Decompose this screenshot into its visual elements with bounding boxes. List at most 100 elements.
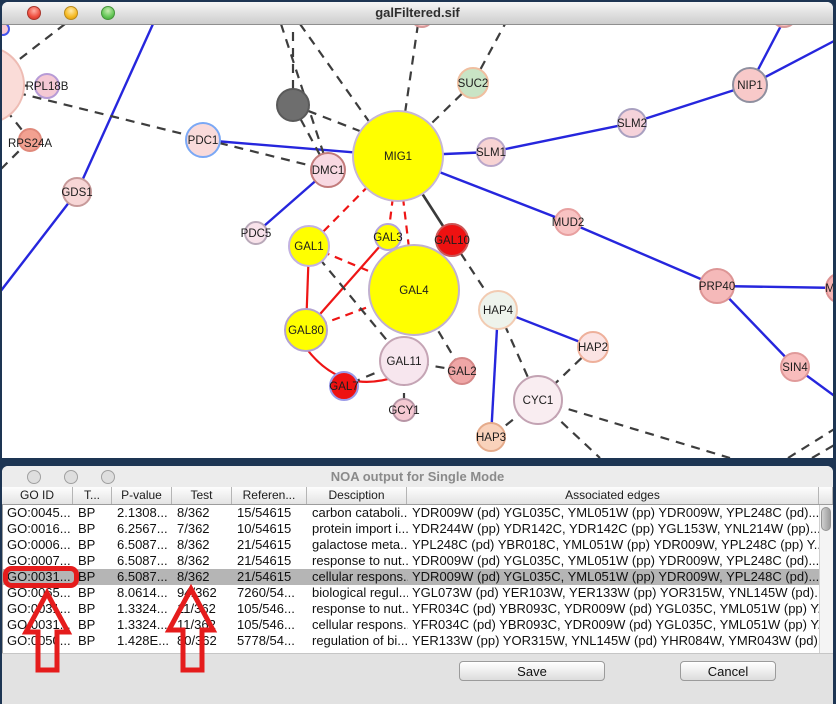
table-row[interactable]: GO:0007...BP6.5087...8/36221/54615respon…: [3, 553, 819, 569]
node-label-CYC1: CYC1: [523, 395, 554, 407]
node-label-HAP4: HAP4: [483, 305, 514, 317]
node-unlabeled[interactable]: [771, 25, 797, 27]
cell-p: 1.3324...: [113, 617, 173, 633]
cell-type: BP: [74, 521, 113, 537]
node-unlabeled[interactable]: [411, 25, 433, 27]
cell-ref: 15/54615: [233, 505, 308, 521]
node-label-RPL18B: RPL18B: [26, 81, 69, 93]
table-row[interactable]: GO:0031...BP1.3324...11/362105/546...cel…: [3, 617, 819, 633]
window-noa-output: NOA output for Single Mode GO IDT...P-va…: [2, 466, 833, 704]
cell-ref: 105/546...: [233, 617, 308, 633]
cell-p: 8.0614...: [113, 585, 173, 601]
column-header-ref[interactable]: Referen...: [232, 487, 307, 504]
cell-assoc: YDR009W (pd) YGL035C, YML051W (pp) YDR00…: [408, 505, 820, 521]
column-header-test[interactable]: Test: [172, 487, 232, 504]
node-label-GAL80: GAL80: [288, 325, 324, 337]
graph-edge-gray: [405, 25, 418, 113]
table-row[interactable]: GO:0045...BP2.1308...8/36215/54615carbon…: [3, 505, 819, 521]
cell-test: 8/362: [173, 505, 233, 521]
window-title: NOA output for Single Mode: [331, 469, 505, 484]
cell-ref: 21/54615: [233, 553, 308, 569]
table-row[interactable]: GO:0065...BP8.0614...94/3627260/54...bio…: [3, 585, 819, 601]
graph-edge-gray: [300, 25, 375, 130]
node-label-SLM1: SLM1: [476, 147, 506, 159]
cell-desc: carbon cataboli...: [308, 505, 408, 521]
cell-desc: galactose meta...: [308, 537, 408, 553]
scrollbar-thumb[interactable]: [821, 507, 831, 531]
cell-ref: 21/54615: [233, 569, 308, 585]
node-label-HAP2: HAP2: [578, 342, 608, 354]
cell-type: BP: [74, 505, 113, 521]
cell-ref: 7260/54...: [233, 585, 308, 601]
cell-assoc: YFR034C (pd) YBR093C, YDR009W (pd) YGL03…: [408, 601, 820, 617]
cell-p: 1.3324...: [113, 601, 173, 617]
save-button[interactable]: Save: [459, 661, 605, 681]
cell-test: 80/362: [173, 633, 233, 649]
node-label-MUD2: MUD2: [552, 217, 585, 229]
cell-p: 1.428E...: [113, 633, 173, 649]
cancel-button[interactable]: Cancel: [680, 661, 776, 681]
network-canvas[interactable]: RPL18BRPS24AGDS1PDC1MIG1SUC2SLM1SLM2NIP1…: [2, 25, 833, 458]
table-row[interactable]: GO:0031...BP1.3324...11/362105/546...res…: [3, 601, 819, 617]
cell-desc: regulation of bi...: [308, 633, 408, 649]
node-label-HAP3: HAP3: [476, 432, 506, 444]
node-unlabeled[interactable]: [277, 89, 309, 121]
cell-ref: 21/54615: [233, 537, 308, 553]
cell-ref: 5778/54...: [233, 633, 308, 649]
noa-title-bar[interactable]: NOA output for Single Mode: [2, 466, 833, 488]
node-label-MIG1: MIG1: [384, 151, 412, 163]
window-controls: [27, 6, 115, 20]
table-row[interactable]: GO:0031...BP6.5087...8/36221/54615cellul…: [3, 569, 819, 585]
cell-type: BP: [74, 601, 113, 617]
cell-type: BP: [74, 617, 113, 633]
table-row[interactable]: GO:0016...BP6.2567...7/36210/54615protei…: [3, 521, 819, 537]
node-label-MSN: MSN: [825, 283, 833, 295]
column-header-p[interactable]: P-value: [112, 487, 172, 504]
cell-p: 6.2567...: [113, 521, 173, 537]
table-body: GO:0045...BP2.1308...8/36215/54615carbon…: [2, 505, 819, 653]
column-header-desc[interactable]: Desciption: [307, 487, 407, 504]
cell-desc: protein import i...: [308, 521, 408, 537]
minimize-button[interactable]: [64, 470, 78, 484]
column-header-go[interactable]: GO ID: [2, 487, 73, 504]
node-label-PDC5: PDC5: [241, 228, 272, 240]
cell-desc: response to nut...: [308, 601, 408, 617]
table-row[interactable]: GO:0050...BP1.428E...80/3625778/54...reg…: [3, 633, 819, 649]
cell-go: GO:0016...: [3, 521, 74, 537]
cell-type: BP: [74, 553, 113, 569]
node-label-GCY1: GCY1: [388, 405, 419, 417]
cell-go: GO:0031...: [3, 617, 74, 633]
cell-p: 6.5087...: [113, 537, 173, 553]
cell-assoc: YPL248C (pd) YBR018C, YML051W (pp) YDR00…: [408, 537, 820, 553]
network-title-bar[interactable]: galFiltered.sif: [2, 2, 833, 25]
node-label-SUC2: SUC2: [458, 78, 489, 90]
cell-test: 11/362: [173, 601, 233, 617]
node-unlabeled[interactable]: [2, 25, 9, 35]
cell-test: 8/362: [173, 553, 233, 569]
vertical-scrollbar[interactable]: [819, 505, 833, 653]
node-label-SIN4: SIN4: [782, 362, 808, 374]
cell-p: 6.5087...: [113, 569, 173, 585]
cell-go: GO:0031...: [3, 569, 74, 585]
minimize-button[interactable]: [64, 6, 78, 20]
node-label-GDS1: GDS1: [61, 187, 92, 199]
cell-type: BP: [74, 585, 113, 601]
column-header-assoc[interactable]: Associated edges: [407, 487, 819, 504]
node-label-DMC1: DMC1: [312, 165, 345, 177]
cell-desc: biological regul...: [308, 585, 408, 601]
cell-test: 11/362: [173, 617, 233, 633]
close-button[interactable]: [27, 6, 41, 20]
zoom-button[interactable]: [101, 470, 115, 484]
cell-go: GO:0065...: [3, 585, 74, 601]
graph-edge-blue: [2, 192, 77, 292]
close-button[interactable]: [27, 470, 41, 484]
node-label-GAL7: GAL7: [329, 381, 358, 393]
table-row[interactable]: GO:0006...BP6.5087...8/36221/54615galact…: [3, 537, 819, 553]
cell-test: 8/362: [173, 569, 233, 585]
cell-test: 94/362: [173, 585, 233, 601]
cell-go: GO:0050...: [3, 633, 74, 649]
node-label-NIP1: NIP1: [737, 80, 763, 92]
zoom-button[interactable]: [101, 6, 115, 20]
column-header-type[interactable]: T...: [73, 487, 112, 504]
cell-test: 7/362: [173, 521, 233, 537]
